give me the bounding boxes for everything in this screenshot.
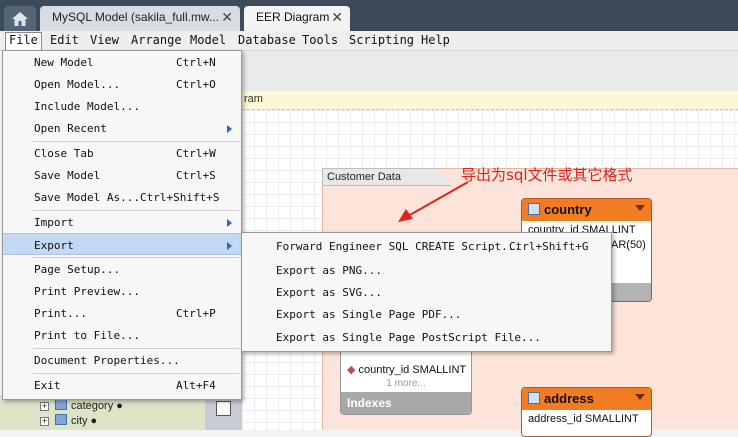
menu-item-export-postscript[interactable]: Export as Single Page PostScript File... [242, 326, 611, 348]
fk-icon: ◆ [347, 364, 356, 376]
submenu-arrow-icon [227, 125, 232, 133]
menu-help[interactable]: Help [418, 33, 453, 47]
menu-item-exit[interactable]: Exit Alt+F4 [3, 374, 241, 396]
entity-title: country [544, 202, 592, 217]
tree-item-city[interactable]: + city ● [40, 414, 97, 427]
export-submenu: Forward Engineer SQL CREATE Script... Ctr… [241, 232, 612, 352]
notice-bar: ram [242, 91, 738, 110]
file-menu: New Model Ctrl+N Open Model... Ctrl+O Incl… [2, 50, 242, 400]
menu-item-open-model[interactable]: Open Model... Ctrl+O [3, 73, 241, 95]
annotation-arrow [398, 181, 469, 222]
menu-file[interactable]: File [5, 32, 42, 52]
menu-item-include-model[interactable]: Include Model... [3, 95, 241, 117]
home-icon [12, 11, 28, 26]
tab-label: EER Diagram [256, 10, 330, 24]
menu-item-export-png[interactable]: Export as PNG... [242, 259, 611, 281]
menu-database[interactable]: Database [235, 33, 299, 47]
indexes-section[interactable]: Indexes [341, 392, 471, 414]
menu-bar: File Edit View Arrange Model Database To… [0, 31, 738, 52]
submenu-arrow-icon [227, 242, 232, 250]
catalog-tree: + category ● + city ● [0, 395, 205, 430]
expand-icon[interactable]: + [40, 402, 49, 411]
table-icon [528, 392, 540, 404]
entity-column: ◆ country_id SMALLINT [347, 364, 467, 376]
menu-item-open-recent[interactable]: Open Recent [3, 117, 241, 139]
submenu-arrow-icon [227, 219, 232, 227]
close-icon[interactable]: ✕ [221, 9, 233, 26]
menu-item-save-model-as[interactable]: Save Model As... Ctrl+Shift+S [3, 186, 241, 208]
tab-label: MySQL Model (sakila_full.mw... [52, 10, 219, 24]
more-columns[interactable]: 1 more... [341, 378, 471, 389]
menu-edit[interactable]: Edit [47, 33, 82, 47]
menu-item-export-svg[interactable]: Export as SVG... [242, 281, 611, 303]
chevron-down-icon[interactable] [635, 205, 645, 211]
menu-item-save-model[interactable]: Save Model Ctrl+S [3, 164, 241, 186]
tab-eer-diagram[interactable]: EER Diagram ✕ [244, 6, 350, 31]
menu-arrange[interactable]: Arrange [128, 33, 185, 47]
copy-icon[interactable] [216, 401, 231, 416]
close-icon[interactable]: ✕ [331, 9, 343, 26]
entity-header[interactable]: address [522, 388, 651, 410]
chevron-down-icon[interactable] [635, 394, 645, 400]
menu-scripting[interactable]: Scripting [346, 33, 417, 47]
menu-item-import[interactable]: Import [3, 211, 241, 233]
entity-column: address_id SMALLINT [528, 413, 639, 425]
tab-bar: MySQL Model (sakila_full.mw... ✕ EER Dia… [0, 0, 738, 31]
home-tab[interactable] [4, 6, 36, 31]
menu-item-print-preview[interactable]: Print Preview... [3, 280, 241, 302]
notice-text: ram [244, 93, 263, 105]
table-icon [55, 414, 67, 425]
tree-item-category[interactable]: + category ● [40, 399, 123, 412]
table-icon [528, 203, 540, 215]
menu-item-print[interactable]: Print... Ctrl+P [3, 302, 241, 324]
menu-item-page-setup[interactable]: Page Setup... [3, 258, 241, 280]
tab-mysql-model[interactable]: MySQL Model (sakila_full.mw... ✕ [40, 6, 240, 31]
menu-item-export[interactable]: Export [3, 233, 241, 255]
menu-item-new-model[interactable]: New Model Ctrl+N [3, 51, 241, 73]
expand-icon[interactable]: + [40, 417, 49, 426]
menu-tools[interactable]: Tools [299, 33, 341, 47]
menu-item-document-properties[interactable]: Document Properties... [3, 349, 241, 371]
menu-view[interactable]: View [87, 33, 122, 47]
menu-model[interactable]: Model [187, 33, 229, 47]
annotation-text: 导出为sql文件或其它格式 [461, 166, 633, 184]
side-toolbar [205, 395, 242, 430]
toolbar [242, 51, 738, 91]
entity-header[interactable]: country [522, 199, 651, 221]
menu-item-forward-engineer-sql[interactable]: Forward Engineer SQL CREATE Script... Ctr… [242, 235, 611, 257]
entity-city[interactable]: ◆ country_id SMALLINT 1 more... Indexes [340, 345, 472, 415]
menu-item-close-tab[interactable]: Close Tab Ctrl+W [3, 142, 241, 164]
menu-item-export-pdf[interactable]: Export as Single Page PDF... [242, 303, 611, 325]
entity-title: address [544, 391, 594, 406]
table-icon [55, 399, 67, 410]
menu-item-print-to-file[interactable]: Print to File... [3, 324, 241, 346]
